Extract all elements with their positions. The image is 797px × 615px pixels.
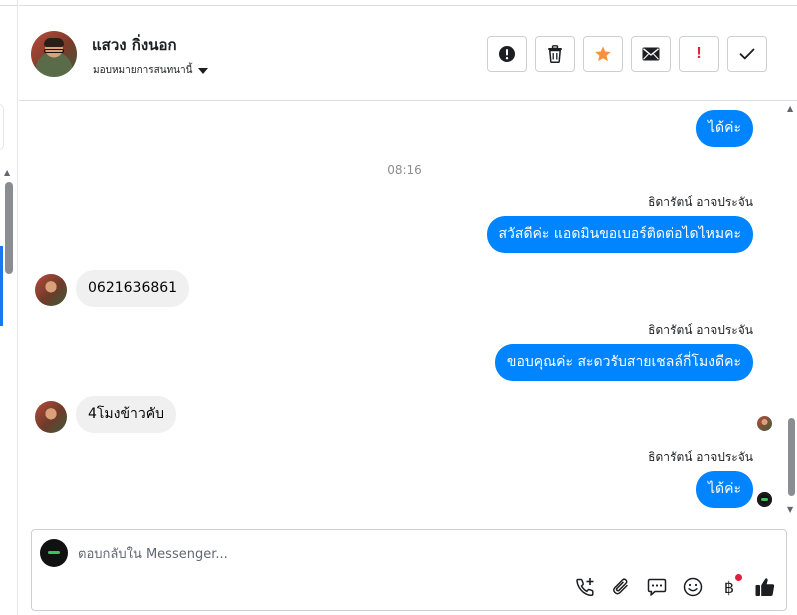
- contact-avatar-small[interactable]: [35, 401, 67, 433]
- star-button[interactable]: [583, 36, 623, 72]
- conversation-list-scrollbar[interactable]: [5, 182, 13, 274]
- outgoing-message[interactable]: ขอบคุณค่ะ สะดวรับสายเชลล์กี่โมงดีคะ: [494, 344, 753, 381]
- outgoing-message[interactable]: ได้ค่ะ: [695, 110, 753, 147]
- message-thread: ได้ค่ะ 08:16 ธิดารัตน์ อาจประจัน สวัสดีค…: [19, 102, 785, 516]
- contact-read-receipt-avatar: [757, 416, 772, 431]
- phone-plus-icon: [576, 578, 594, 597]
- avatar-hair: [44, 38, 64, 47]
- delete-button[interactable]: [535, 36, 575, 72]
- outgoing-message[interactable]: สวัสดีค่ะ แอดมินขอเบอร์ติดต่อไดไหมคะ: [486, 216, 753, 253]
- contact-avatar-small[interactable]: [35, 274, 67, 306]
- thumbs-up-icon: [755, 578, 775, 596]
- active-conversation-indicator: [0, 246, 3, 326]
- sender-name: ธิดารัตน์ อาจประจัน: [648, 195, 753, 209]
- sender-name: ธิดารัตน์ อาจประจัน: [648, 323, 753, 337]
- payment-button[interactable]: ฿: [718, 574, 742, 598]
- exclamation-circle-icon: [499, 46, 515, 62]
- conversation-toolbar: !: [487, 36, 767, 72]
- incoming-message[interactable]: 0621636861: [76, 270, 190, 307]
- chat-bubble-icon: [647, 578, 667, 596]
- scrollbar-thumb[interactable]: [788, 418, 795, 496]
- contact-avatar[interactable]: [31, 31, 77, 77]
- smiley-icon: [683, 577, 703, 597]
- baht-icon: ฿: [723, 577, 735, 597]
- scroll-up-arrow-icon[interactable]: ▲: [787, 104, 793, 113]
- scroll-down-arrow-icon[interactable]: ▼: [787, 505, 793, 514]
- envelope-icon: [642, 47, 660, 61]
- message-timestamp: 08:16: [387, 163, 422, 177]
- attach-button[interactable]: [610, 576, 632, 598]
- like-button[interactable]: [754, 576, 776, 598]
- divider: [0, 5, 18, 6]
- mark-important-button[interactable]: !: [679, 36, 719, 72]
- reply-input[interactable]: [78, 543, 768, 565]
- notification-dot: [735, 574, 742, 581]
- assign-conversation-dropdown[interactable]: มอบหมายการสนทนานี้: [93, 63, 209, 78]
- paperclip-icon: [613, 578, 628, 595]
- composer-toolbar: ฿: [574, 574, 776, 598]
- conversation-header: แสวง กิ่งนอก มอบหมายการสนทนานี้ !: [19, 5, 797, 101]
- scroll-up-arrow-icon[interactable]: ▲: [4, 168, 10, 177]
- contact-name[interactable]: แสวง กิ่งนอก: [92, 33, 177, 57]
- report-button[interactable]: [487, 36, 527, 72]
- trash-icon: [548, 45, 562, 63]
- page-read-receipt-avatar: [757, 492, 772, 507]
- mark-unread-button[interactable]: [631, 36, 671, 72]
- star-icon: [595, 46, 611, 62]
- exclamation-icon: !: [696, 45, 702, 62]
- sender-name: ธิดารัตน์ อาจประจัน: [648, 450, 753, 464]
- assign-conversation-label: มอบหมายการสนทนานี้: [93, 65, 193, 76]
- emoji-button[interactable]: [682, 576, 704, 598]
- page-avatar: [40, 539, 68, 567]
- conversation-list-edge: ▲: [0, 0, 18, 615]
- conversation-card-edge[interactable]: [0, 104, 4, 150]
- incoming-message[interactable]: 4โมงข้าวคับ: [76, 396, 177, 433]
- saved-replies-button[interactable]: [646, 576, 668, 598]
- call-button[interactable]: [574, 576, 596, 598]
- outgoing-message[interactable]: ได้ค่ะ: [695, 471, 753, 508]
- messenger-inbox-window: ▲ แสวง กิ่งนอก มอบหมายการสนทนานี้ ! ได้ค…: [0, 0, 797, 615]
- caret-down-icon: [198, 67, 209, 74]
- avatar-glasses: [44, 49, 64, 53]
- checkmark-icon: [739, 48, 755, 60]
- mark-done-button[interactable]: [727, 36, 767, 72]
- message-composer: ฿: [31, 529, 787, 611]
- message-thread-scrollbar[interactable]: ▲ ▼: [785, 102, 797, 516]
